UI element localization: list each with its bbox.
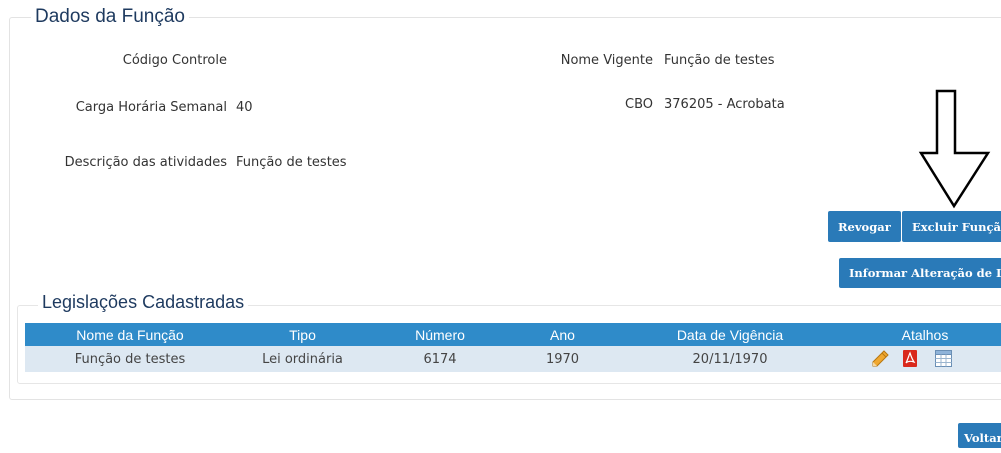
col-numero: Número	[415, 326, 465, 343]
row-data-vigencia: 20/11/1970	[692, 351, 768, 367]
row-nome-funcao: Função de testes	[74, 351, 186, 367]
arrow-down-icon	[918, 89, 991, 209]
col-ano: Ano	[550, 326, 575, 343]
carga-horaria-label: Carga Horária Semanal	[75, 100, 227, 115]
carga-horaria-value: 40	[236, 100, 253, 115]
descricao-atividades-value: Função de testes	[236, 155, 347, 170]
pdf-icon[interactable]	[902, 349, 918, 368]
col-tipo: Tipo	[289, 326, 316, 343]
row-numero: 6174	[423, 351, 457, 367]
legislacoes-table-header: Nome da Função Tipo Número Ano Data de V…	[25, 323, 1001, 346]
table-icon[interactable]	[935, 350, 952, 367]
dados-funcao-legend: Dados da Função	[31, 6, 189, 28]
col-nome-funcao: Nome da Função	[76, 326, 184, 343]
cbo-label: CBO	[625, 97, 653, 112]
informar-alteracao-lei-button[interactable]: Informar Alteração de Lei	[839, 258, 1001, 288]
nome-vigente-label: Nome Vigente	[560, 53, 653, 68]
nome-vigente-value: Função de testes	[664, 53, 775, 68]
table-row: Função de testes Lei ordinária 6174 1970…	[25, 346, 1001, 372]
legislacoes-legend: Legislações Cadastradas	[38, 292, 249, 313]
col-atalhos: Atalhos	[901, 326, 949, 343]
descricao-atividades-label: Descrição das atividades	[64, 155, 227, 170]
voltar-button[interactable]: Voltar	[958, 423, 1001, 448]
cbo-value: 376205 - Acrobata	[664, 97, 785, 112]
codigo-controle-label: Código Controle	[122, 53, 227, 68]
pencil-icon[interactable]	[871, 350, 889, 368]
excluir-funcao-button[interactable]: Excluir Função	[902, 211, 1001, 242]
row-ano: 1970	[545, 351, 580, 367]
col-data-vigencia: Data de Vigência	[676, 326, 784, 343]
row-tipo: Lei ordinária	[262, 351, 343, 367]
revogar-button[interactable]: Revogar	[828, 211, 901, 242]
